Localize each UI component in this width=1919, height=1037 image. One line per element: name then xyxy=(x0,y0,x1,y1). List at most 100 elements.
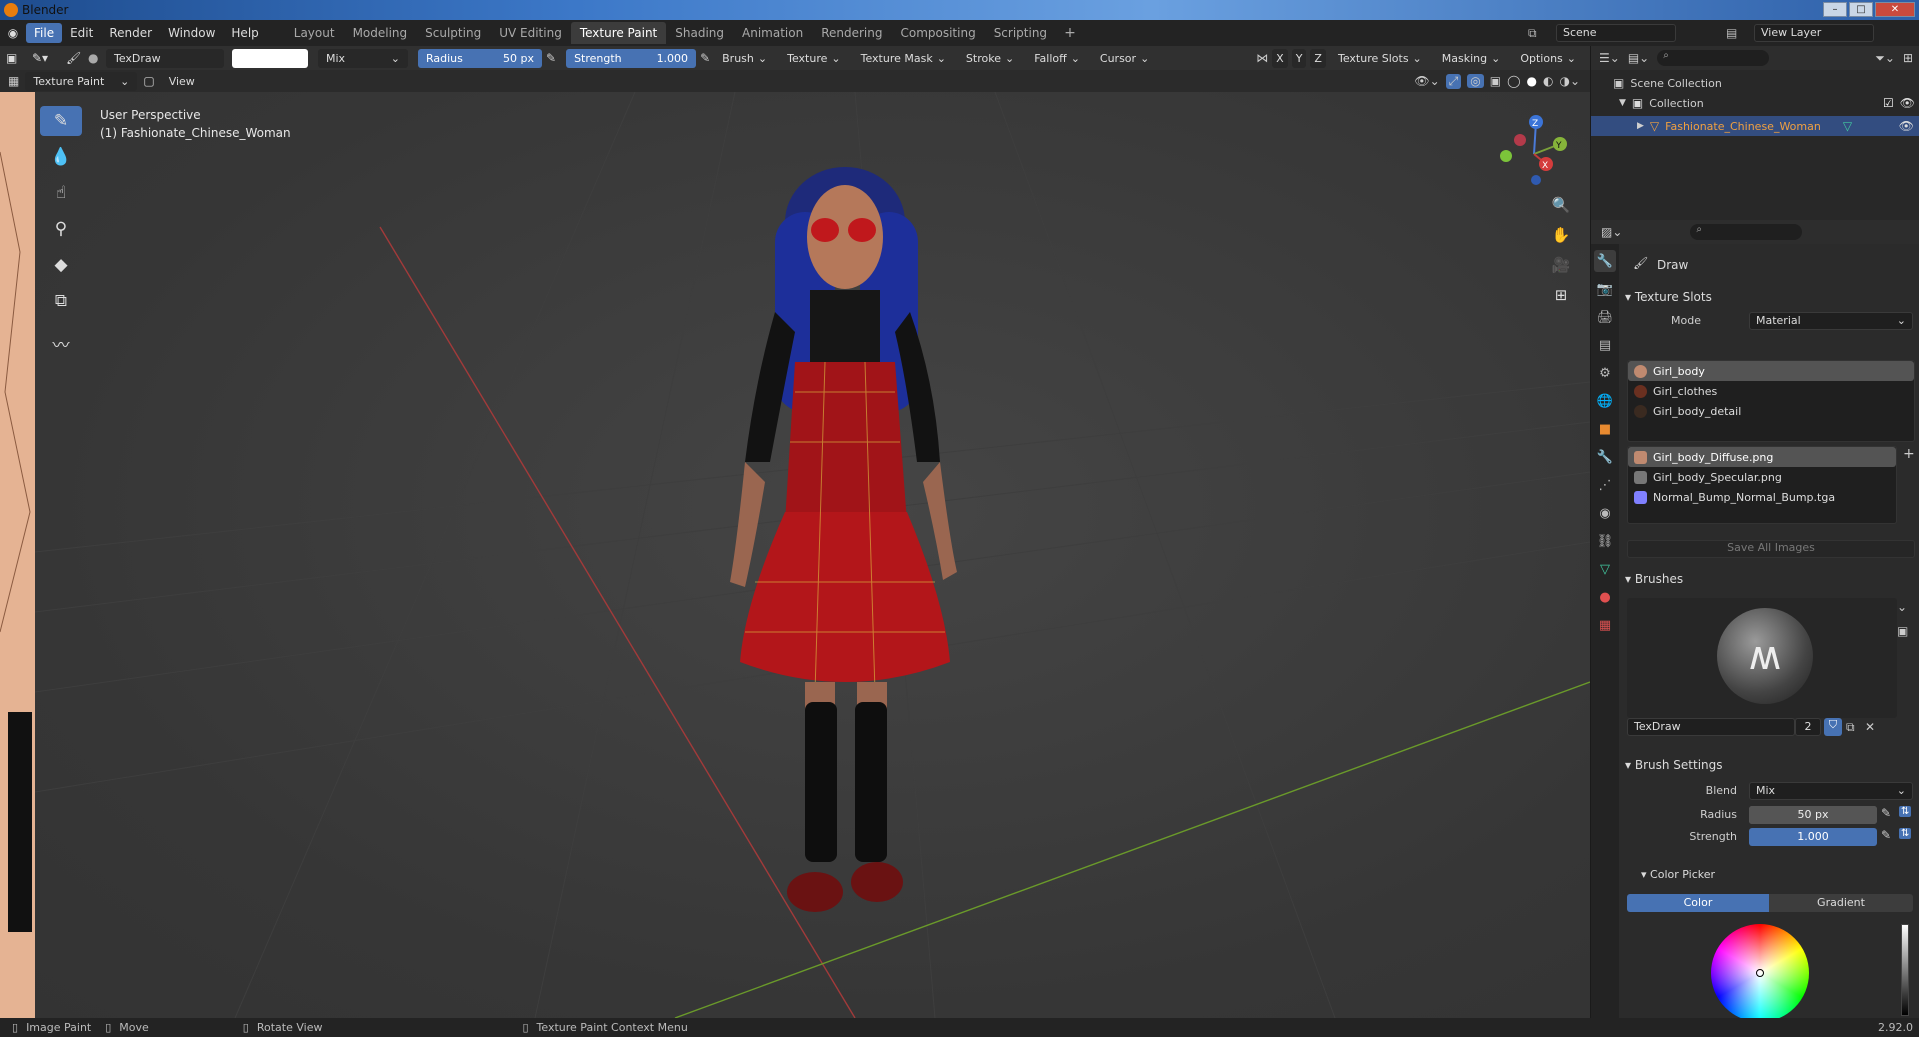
overlay-toggle-icon[interactable]: ◎ xyxy=(1467,74,1484,88)
fake-user-icon[interactable]: ● xyxy=(88,51,102,65)
new-collection-icon[interactable]: ⊞ xyxy=(1903,51,1913,65)
modifier-tab-icon[interactable]: 🔧 xyxy=(1594,446,1616,468)
texture-mask-menu[interactable]: Texture Mask ⌄ xyxy=(853,49,954,68)
menu-window[interactable]: Window xyxy=(160,23,223,43)
tab-uv-editing[interactable]: UV Editing xyxy=(490,22,571,44)
output-tab-icon[interactable]: 🖨 xyxy=(1594,306,1616,328)
smear-tool-icon[interactable]: ☝ xyxy=(40,178,82,208)
physics-tab-icon[interactable]: ◉ xyxy=(1594,502,1616,524)
tab-sculpting[interactable]: Sculpting xyxy=(416,22,490,44)
editor-type-icon[interactable]: ▣ xyxy=(6,51,28,65)
menu-render[interactable]: Render xyxy=(101,23,160,43)
display-mode-icon[interactable]: ▤⌄ xyxy=(1628,51,1649,65)
radius-slider[interactable]: 50 px xyxy=(1749,806,1877,824)
material-shading-icon[interactable]: ◐ xyxy=(1543,74,1553,88)
navigation-gizmo[interactable]: Z Y X xyxy=(1490,110,1570,190)
fake-user-shield-icon[interactable]: ⛉ xyxy=(1824,718,1842,736)
mirror-x-toggle[interactable]: X xyxy=(1272,48,1288,68)
list-item[interactable]: Girl_body xyxy=(1628,361,1914,381)
view-layer-icon[interactable]: ▤ xyxy=(1726,26,1737,40)
scene-name-field[interactable]: Scene xyxy=(1556,24,1676,42)
tab-scripting[interactable]: Scripting xyxy=(985,22,1056,44)
color-tab[interactable]: Color xyxy=(1627,894,1769,912)
strength-pressure-icon[interactable]: ✎ xyxy=(700,51,710,65)
particles-tab-icon[interactable]: ⋰ xyxy=(1594,474,1616,496)
radius-slider[interactable]: Radius 50 px xyxy=(418,48,542,68)
stroke-menu[interactable]: Stroke ⌄ xyxy=(958,49,1022,68)
cursor-menu[interactable]: Cursor ⌄ xyxy=(1092,49,1157,68)
render-tab-icon[interactable]: 📷 xyxy=(1594,278,1616,300)
soften-tool-icon[interactable]: 💧 xyxy=(40,142,82,172)
radius-pressure-icon[interactable]: ✎ xyxy=(546,51,556,65)
falloff-menu[interactable]: Falloff ⌄ xyxy=(1026,49,1088,68)
draw-tool-icon[interactable]: ✎ xyxy=(40,106,82,136)
outliner-type-icon[interactable]: ☰⌄ xyxy=(1599,51,1620,65)
data-tab-icon[interactable]: ▽ xyxy=(1594,558,1616,580)
object-visibility-icon[interactable]: 👁 xyxy=(1899,119,1914,133)
brushes-header[interactable]: ▾ Brushes xyxy=(1625,572,1683,586)
gradient-tab[interactable]: Gradient xyxy=(1769,894,1913,912)
tab-modeling[interactable]: Modeling xyxy=(344,22,417,44)
brush-menu[interactable]: Brush ⌄ xyxy=(714,49,775,68)
material-tab-icon[interactable]: ● xyxy=(1594,586,1616,608)
outliner-search-input[interactable]: ⌕ xyxy=(1657,50,1770,66)
masking-menu[interactable]: Masking ⌄ xyxy=(1434,49,1509,68)
blender-menu-icon[interactable]: ◉ xyxy=(0,26,26,40)
list-item[interactable]: Normal_Bump_Normal_Bump.tga xyxy=(1628,487,1896,507)
solid-shading-icon[interactable]: ● xyxy=(1527,74,1537,88)
3d-viewport[interactable] xyxy=(35,92,1590,1018)
properties-search-input[interactable]: ⌕ xyxy=(1690,224,1803,240)
strength-slider[interactable]: 1.000 xyxy=(1749,828,1877,846)
maximize-icon[interactable]: □ xyxy=(1849,2,1873,17)
mask-toggle-icon[interactable]: ▢ xyxy=(143,74,154,88)
gizmo-toggle-icon[interactable]: ⤢ xyxy=(1445,73,1462,89)
texture-tab-icon[interactable]: ▦ xyxy=(1594,614,1616,636)
color-picker-header[interactable]: ▾ Color Picker xyxy=(1641,868,1715,881)
view-layer-tab-icon[interactable]: ▤ xyxy=(1594,334,1616,356)
brush-users-count[interactable]: 2 xyxy=(1795,718,1821,736)
object-row[interactable]: ▶ ▽ Fashionate_Chinese_Woman ▽ 👁 xyxy=(1591,116,1919,136)
blend-mode-dropdown[interactable]: Mix ⌄ xyxy=(318,48,408,68)
object-tab-icon[interactable]: ■ xyxy=(1594,418,1616,440)
texture-slots-menu[interactable]: Texture Slots ⌄ xyxy=(1330,49,1430,68)
scene-selector-icon[interactable]: ⧉ xyxy=(1528,26,1537,41)
save-all-images-button[interactable]: Save All Images xyxy=(1627,540,1915,558)
tab-shading[interactable]: Shading xyxy=(666,22,733,44)
view-layer-field[interactable]: View Layer xyxy=(1754,24,1874,42)
color-cursor-icon[interactable] xyxy=(1756,969,1764,977)
brush-dropdown-icon[interactable]: ⌄ xyxy=(1897,600,1907,614)
collection-visibility-icon[interactable]: 👁 xyxy=(1900,96,1915,110)
visibility-icon[interactable]: 👁⌄ xyxy=(1414,74,1439,88)
xray-icon[interactable]: ▣ xyxy=(1490,74,1501,88)
add-image-icon[interactable]: + xyxy=(1903,446,1915,462)
ortho-grid-icon[interactable]: ⊞ xyxy=(1548,282,1574,308)
tool-icon[interactable]: ✎▾ xyxy=(32,51,62,65)
brush-name-field[interactable]: TexDraw xyxy=(1627,718,1795,736)
texture-menu[interactable]: Texture ⌄ xyxy=(779,49,849,68)
strength-unified-icon[interactable]: ⇅ xyxy=(1899,828,1912,839)
mask-tool-icon[interactable]: ⧉ xyxy=(40,286,82,316)
list-item[interactable]: Girl_body_detail xyxy=(1628,401,1914,421)
mirror-z-toggle[interactable]: Z xyxy=(1310,48,1326,68)
tab-compositing[interactable]: Compositing xyxy=(891,22,984,44)
menu-file[interactable]: File xyxy=(26,23,63,43)
character-model[interactable] xyxy=(645,102,1045,962)
brush-settings-header[interactable]: ▾ Brush Settings xyxy=(1625,758,1723,772)
brush-color-swatch[interactable] xyxy=(232,48,308,68)
collection-row[interactable]: ▼ ▣ Collection ☑ 👁 xyxy=(1619,96,1915,110)
menu-edit[interactable]: Edit xyxy=(62,23,101,43)
color-wheel[interactable] xyxy=(1711,924,1809,1022)
scene-tab-icon[interactable]: ⚙ xyxy=(1594,362,1616,384)
mode-dropdown[interactable]: Texture Paint ⌄ xyxy=(25,71,138,91)
rendered-shading-icon[interactable]: ◑⌄ xyxy=(1559,74,1580,88)
clone-tool-icon[interactable]: ⚲ xyxy=(40,214,82,244)
minimize-icon[interactable]: – xyxy=(1823,2,1847,17)
mirror-y-toggle[interactable]: Y xyxy=(1291,48,1307,68)
list-item[interactable]: Girl_clothes xyxy=(1628,381,1914,401)
list-item[interactable]: Girl_body_Diffuse.png xyxy=(1628,447,1896,467)
world-tab-icon[interactable]: 🌐 xyxy=(1594,390,1616,412)
filter-icon[interactable]: ⏷⌄ xyxy=(1875,51,1895,66)
tab-animation[interactable]: Animation xyxy=(733,22,812,44)
constraints-tab-icon[interactable]: ⛓ xyxy=(1594,530,1616,552)
symmetry-icon[interactable]: ⋈ xyxy=(1256,51,1268,65)
